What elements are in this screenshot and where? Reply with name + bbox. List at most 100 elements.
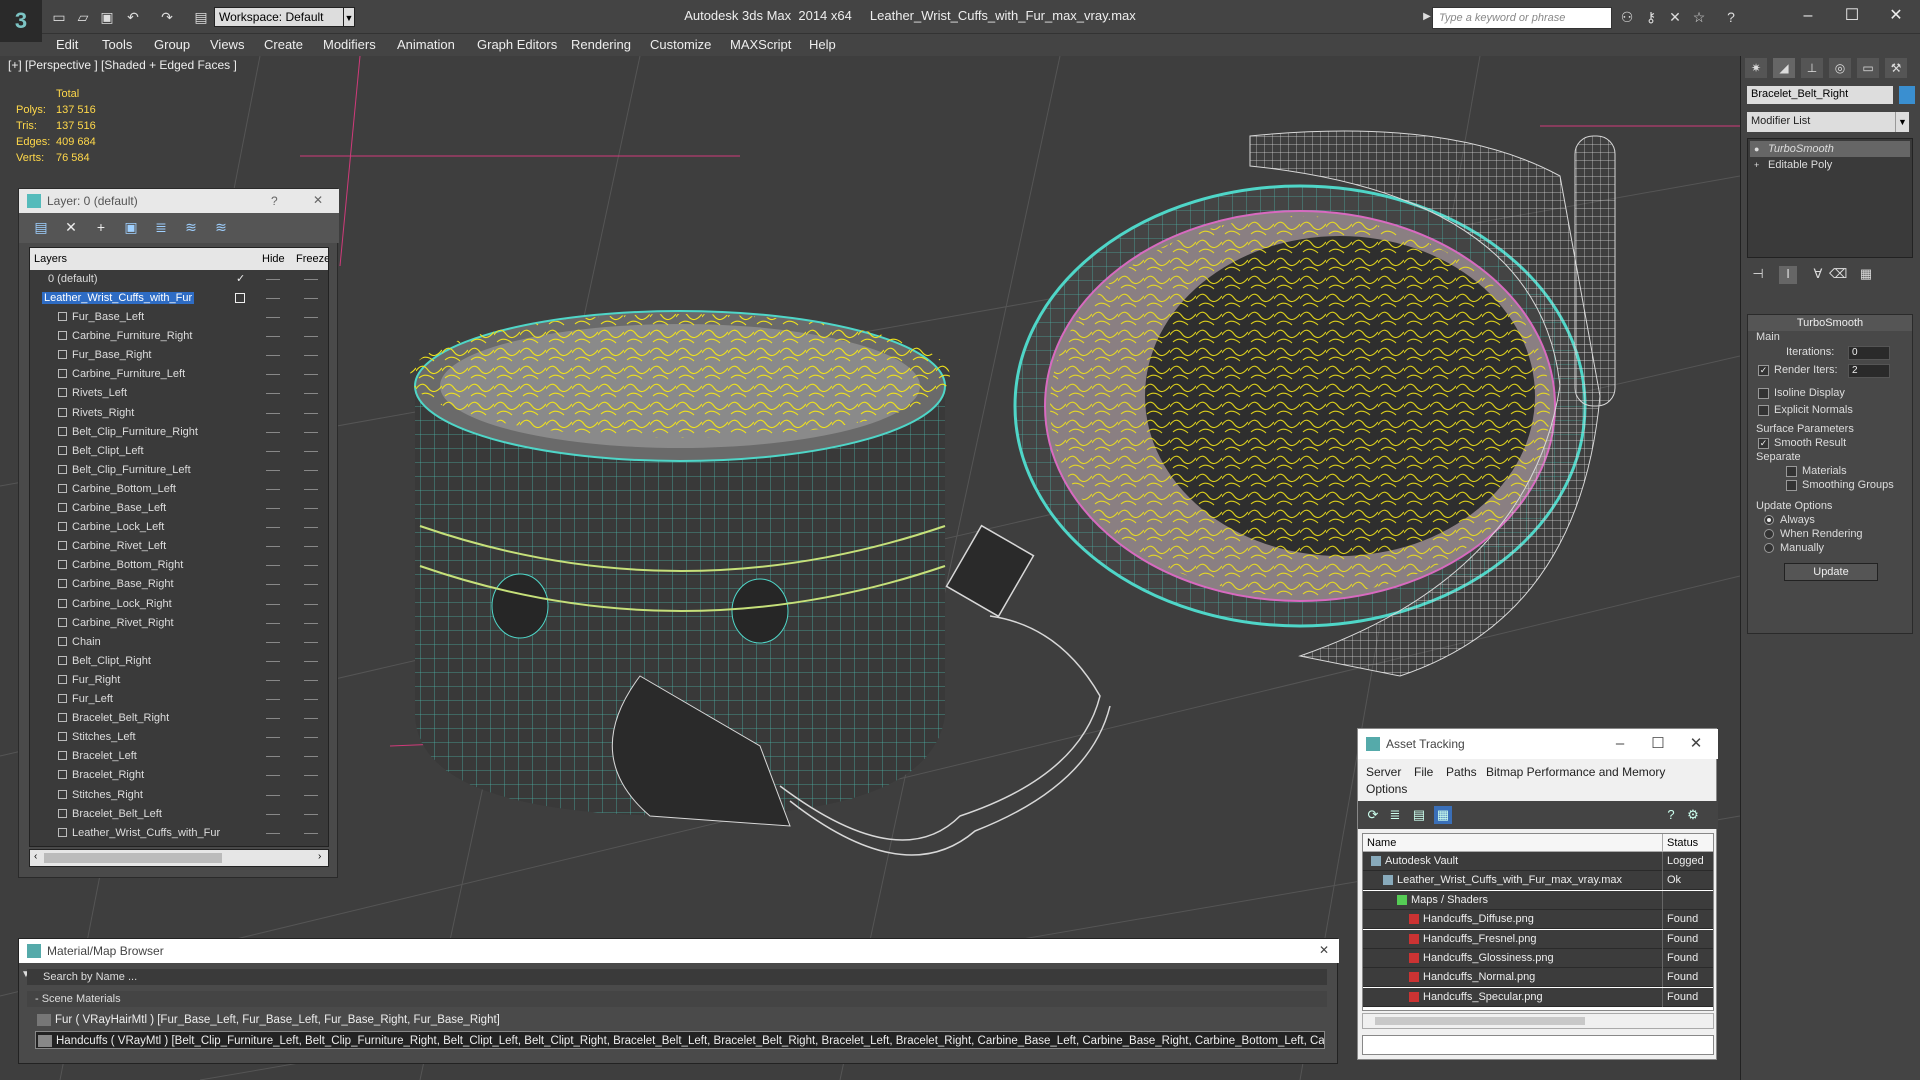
create-layer-icon[interactable]: ▤ (31, 219, 51, 237)
hide-toggle[interactable] (266, 775, 280, 777)
col-name[interactable]: Name (1367, 837, 1396, 849)
show-end-result-icon[interactable]: I (1779, 266, 1797, 284)
chevron-down-icon[interactable]: ▼ (1895, 112, 1909, 132)
menu-tools[interactable]: Tools (102, 37, 132, 52)
select-objects-icon[interactable]: ▣ (121, 219, 141, 237)
hide-toggle[interactable] (266, 737, 280, 739)
layer-object-row[interactable]: Carbine_Base_Left (30, 499, 328, 518)
smoothing-groups-checkbox[interactable] (1786, 480, 1797, 491)
render-iters-spinner[interactable]: 2 (1848, 364, 1890, 378)
freeze-toggle[interactable] (304, 699, 318, 700)
hide-toggle[interactable] (266, 584, 280, 586)
layer-object-row[interactable]: Belt_Clip_Furniture_Right (30, 423, 328, 442)
display-tab-icon[interactable]: ▭ (1857, 58, 1879, 78)
layer-object-row[interactable]: Bracelet_Belt_Left (30, 805, 328, 824)
hide-toggle[interactable] (266, 336, 280, 338)
freeze-toggle[interactable] (304, 431, 318, 433)
hide-toggle[interactable] (266, 794, 280, 796)
menu-group[interactable]: Group (154, 37, 190, 52)
material-row-fur[interactable]: Fur ( VRayHairMtl ) [Fur_Base_Left, Fur_… (35, 1011, 1325, 1029)
freeze-toggle[interactable] (304, 737, 318, 739)
expand-icon[interactable]: + (1754, 157, 1759, 173)
asset-menu-options[interactable]: Options (1366, 782, 1407, 796)
layer-help-button[interactable]: ? (271, 194, 278, 208)
freeze-toggle[interactable] (304, 508, 318, 509)
scene-materials-group[interactable]: - Scene Materials (27, 991, 1327, 1007)
layer-object-row[interactable]: Fur_Right (30, 671, 328, 690)
hide-toggle[interactable] (266, 317, 280, 318)
layer-object-row[interactable]: Belt_Clip_Furniture_Left (30, 461, 328, 480)
create-tab-icon[interactable]: ✷ (1745, 58, 1767, 78)
hide-toggle[interactable] (266, 355, 280, 357)
search-input[interactable]: Type a keyword or phrase (1432, 7, 1612, 29)
layer-object-row[interactable]: Stitches_Right (30, 786, 328, 805)
layer-row-default[interactable]: 0 (default) ✓ (30, 270, 328, 289)
object-name-field[interactable]: Bracelet_Belt_Right (1747, 86, 1893, 104)
layer-object-row[interactable]: Stitches_Left (30, 728, 328, 747)
new-file-icon[interactable]: ▭ (50, 8, 68, 26)
menu-customize[interactable]: Customize (650, 37, 711, 52)
open-file-icon[interactable]: ▱ (74, 8, 92, 26)
workspace-dropdown[interactable]: Workspace: Default (214, 7, 350, 27)
hide-toggle[interactable] (266, 469, 280, 471)
layer-close-button[interactable]: ✕ (313, 193, 323, 207)
communication-icon[interactable]: ✕ (1666, 8, 1684, 26)
menu-rendering[interactable]: Rendering (571, 37, 631, 52)
hide-toggle[interactable] (266, 508, 280, 509)
freeze-toggle[interactable] (304, 488, 318, 490)
col-status[interactable]: Status (1667, 837, 1698, 849)
app-logo[interactable]: 3 (0, 0, 42, 42)
layer-object-row[interactable]: Carbine_Rivet_Left (30, 537, 328, 556)
asset-path-field[interactable] (1362, 1035, 1714, 1055)
asset-menu-server[interactable]: Server (1366, 765, 1401, 779)
hide-toggle[interactable] (266, 488, 280, 490)
when-rendering-radio[interactable] (1764, 529, 1774, 539)
close-button[interactable]: ✕ (1874, 4, 1918, 28)
hide-toggle[interactable] (266, 813, 280, 815)
rollout-title[interactable]: TurboSmooth (1748, 315, 1912, 331)
layer-object-row[interactable]: Carbine_Lock_Right (30, 595, 328, 614)
freeze-all-icon[interactable]: ≋ (211, 219, 231, 237)
layer-object-row[interactable]: Fur_Left (30, 690, 328, 709)
hide-toggle[interactable] (266, 603, 280, 605)
material-browser-close-button[interactable]: ✕ (1319, 943, 1329, 957)
asset-row[interactable]: Handcuffs_Glossiness.png Found (1363, 949, 1713, 968)
smooth-result-checkbox[interactable]: ✓ (1758, 438, 1769, 449)
hide-toggle[interactable] (266, 431, 280, 433)
menu-create[interactable]: Create (264, 37, 303, 52)
freeze-toggle[interactable] (304, 660, 318, 662)
scroll-right-icon[interactable]: › (318, 851, 321, 862)
freeze-toggle[interactable] (304, 317, 318, 318)
layer-object-row[interactable]: Carbine_Lock_Left (30, 518, 328, 537)
refresh-icon[interactable]: ⟳ (1364, 806, 1382, 824)
layer-object-row[interactable]: Carbine_Furniture_Right (30, 327, 328, 346)
maximize-button[interactable]: ☐ (1830, 4, 1874, 28)
hide-toggle[interactable] (266, 622, 280, 624)
layer-object-row[interactable]: Carbine_Furniture_Left (30, 365, 328, 384)
menu-views[interactable]: Views (210, 37, 244, 52)
motion-tab-icon[interactable]: ◎ (1829, 58, 1851, 78)
viewport-label[interactable]: [+] [Perspective ] [Shaded + Edged Faces… (8, 58, 237, 72)
asset-menu-paths[interactable]: Paths (1446, 765, 1477, 779)
current-layer-box-icon[interactable] (235, 293, 245, 303)
undo-icon[interactable]: ↶ (124, 8, 142, 26)
object-color-swatch[interactable] (1899, 86, 1915, 104)
delete-layer-icon[interactable]: ✕ (61, 219, 81, 237)
material-search-input[interactable]: Search by Name ... (27, 969, 1327, 985)
freeze-toggle[interactable] (304, 775, 318, 777)
asset-menu-bitmap[interactable]: Bitmap Performance and Memory (1486, 765, 1665, 779)
layer-object-row[interactable]: Bracelet_Belt_Right (30, 709, 328, 728)
key-icon[interactable]: ⚷ (1642, 8, 1660, 26)
hide-all-icon[interactable]: ≋ (181, 219, 201, 237)
asset-row[interactable]: Handcuffs_Normal.png Found (1363, 968, 1713, 988)
pin-stack-icon[interactable]: ⊣ (1749, 266, 1767, 284)
scroll-left-icon[interactable]: ‹ (34, 851, 37, 862)
asset-menu-file[interactable]: File (1414, 765, 1433, 779)
stack-item-editable-poly[interactable]: + Editable Poly (1750, 157, 1910, 173)
modifier-list-dropdown[interactable]: Modifier List (1747, 112, 1907, 132)
add-to-layer-icon[interactable]: + (91, 219, 111, 237)
asset-row[interactable]: Autodesk Vault Logged (1363, 852, 1713, 871)
help-icon[interactable]: ? (1722, 8, 1740, 26)
layer-object-row[interactable]: Carbine_Bottom_Left (30, 480, 328, 499)
chevron-down-icon[interactable]: ▼ (343, 7, 355, 27)
